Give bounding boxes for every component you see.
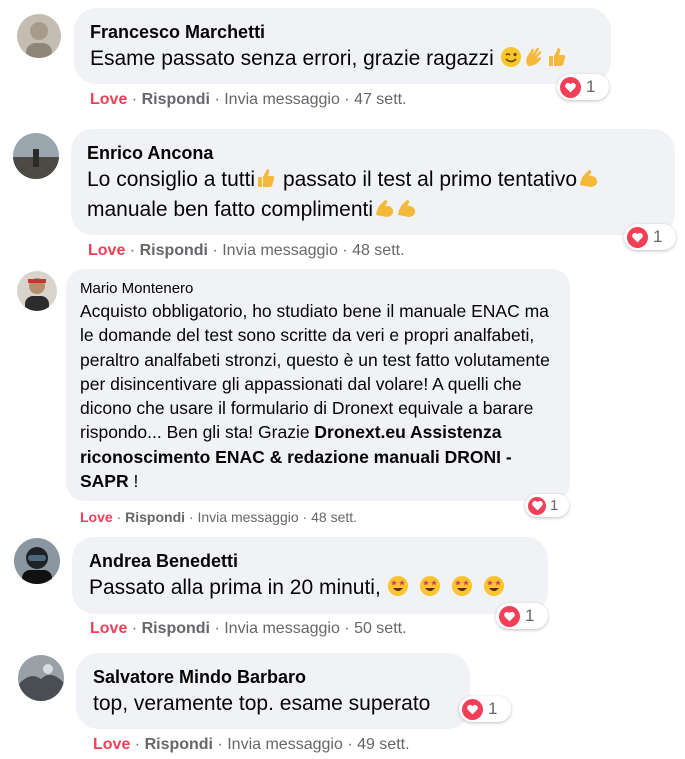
comment-actions: Love · Rispondi · Invia messaggio · 49 s… — [93, 736, 410, 753]
comment-salvatore: Salvatore Mindo Barbaro top, veramente t… — [0, 0, 685, 759]
comment-bubble: Salvatore Mindo Barbaro top, veramente t… — [76, 653, 470, 729]
avatar[interactable] — [18, 655, 64, 701]
author-name[interactable]: Salvatore Mindo Barbaro — [93, 665, 454, 689]
heart-reaction-icon — [462, 698, 483, 720]
comment-text: top, veramente top. esame superato — [93, 692, 431, 715]
send-message-link[interactable]: Invia messaggio — [227, 736, 343, 753]
reaction-count-badge[interactable]: 1 — [459, 696, 511, 722]
reply-button[interactable]: Rispondi — [145, 736, 213, 753]
timestamp[interactable]: 49 sett. — [357, 736, 409, 753]
love-button[interactable]: Love — [93, 736, 130, 753]
